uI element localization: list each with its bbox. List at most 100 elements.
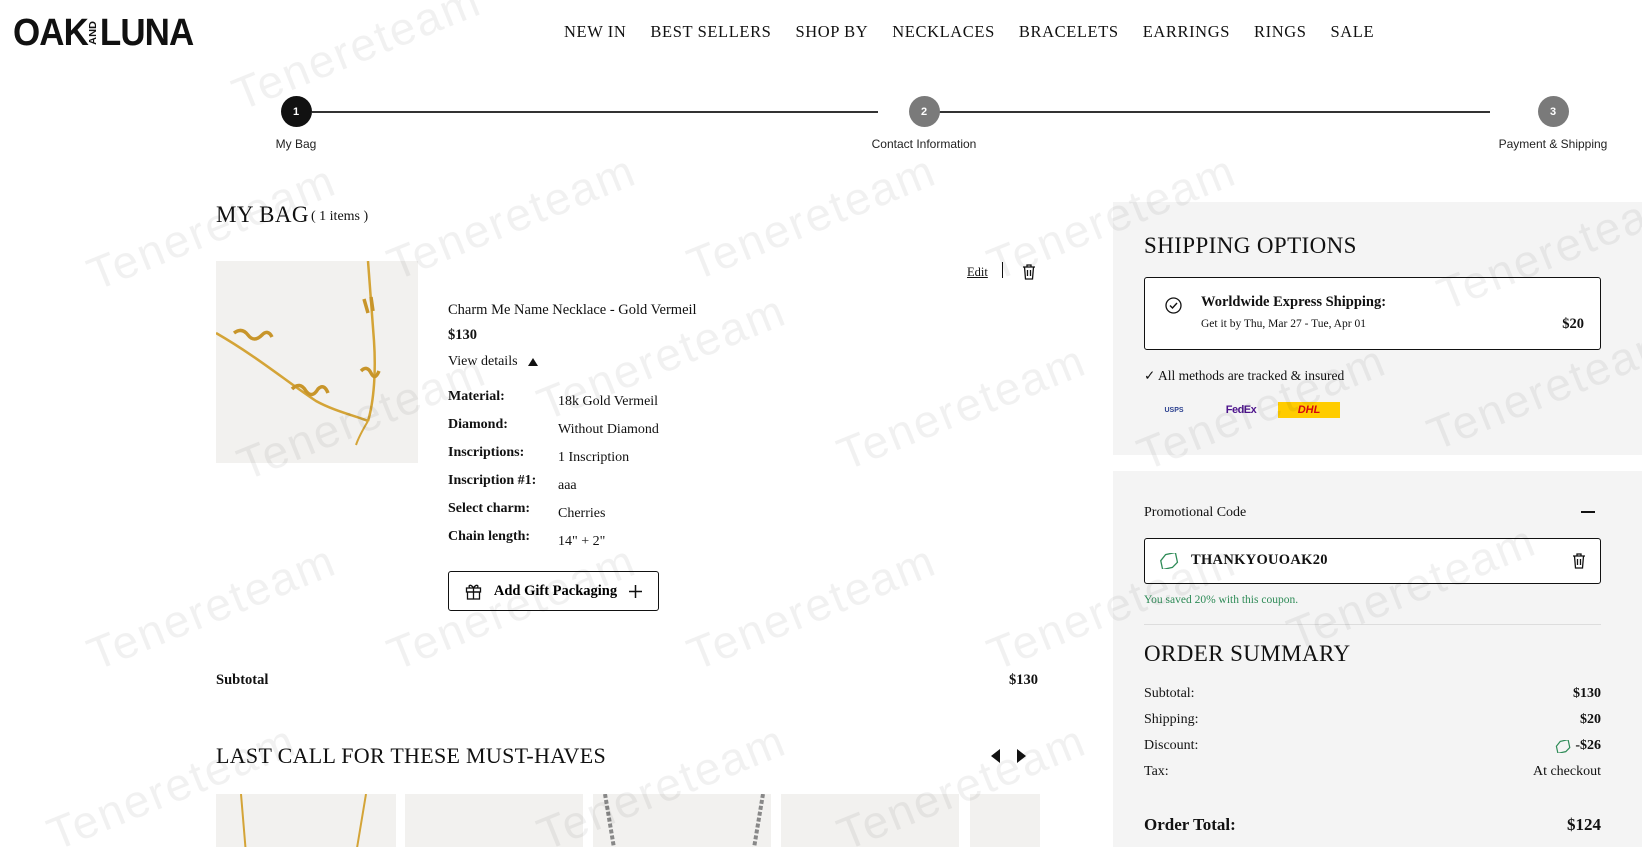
logo-text-mid: AND [87,21,99,45]
nav-item-shop-by[interactable]: SHOP BY [795,22,868,42]
summary-label-subtotal: Subtotal: [1144,686,1195,701]
detail-value-chain-length: 14" + 2" [558,534,606,549]
nav-item-earrings[interactable]: EARRINGS [1143,22,1230,42]
detail-label-diamond: Diamond: [448,417,508,432]
product-thumbnail[interactable] [593,794,771,847]
detail-value-charm: Cherries [558,506,606,521]
watermark: Tenereteam [379,143,644,291]
step-number: 2 [908,96,940,127]
carrier-name: DHL [1297,404,1321,416]
step-contact-information[interactable]: 2 Contact Information [849,96,999,151]
detail-label-inscriptions: Inscriptions: [448,445,525,460]
product-thumbnail[interactable] [970,794,1040,847]
usps-logo: USPS [1144,402,1204,418]
bag-title: MY BAG [216,202,309,227]
summary-label-shipping: Shipping: [1144,712,1199,727]
tracked-note: ✓ All methods are tracked & insured [1144,368,1345,383]
summary-value-tax: At checkout [1532,764,1601,779]
product-image[interactable] [216,261,418,463]
watermark: Tenereteam [829,333,1094,481]
step-my-bag[interactable]: 1 My Bag [221,96,371,151]
nav-item-rings[interactable]: RINGS [1254,22,1307,42]
remove-item-icon[interactable] [1022,264,1036,285]
detail-label-charm: Select charm: [448,501,531,516]
promo-saved-message: You saved 20% with this coupon. [1144,594,1299,606]
carrier-name: USPS [1164,406,1184,414]
nav-item-best-sellers[interactable]: BEST SELLERS [650,22,771,42]
order-total-value: $124 [1567,815,1601,834]
step-label: Contact Information [871,137,977,151]
logo-text-right: LUNA [99,12,194,54]
detail-value-inscriptions: 1 Inscription [558,450,630,465]
tag-icon [1159,551,1179,574]
fedex-logo: FedEx [1222,402,1260,418]
watermark: Tenereteam [679,533,944,681]
product-price: $130 [448,327,477,343]
product-name[interactable]: Charm Me Name Necklace - Gold Vermeil [448,302,697,319]
divider [1144,624,1601,625]
view-details-toggle[interactable]: View details [448,354,538,370]
detail-value-material: 18k Gold Vermeil [558,394,659,409]
step-label: My Bag [275,137,317,151]
watermark: Tenereteam [79,533,344,681]
carrier-name: FedEx [1225,404,1257,416]
product-thumbnail[interactable] [216,794,396,847]
bag-subtotal-value: $130 [1009,672,1038,688]
promo-code-field[interactable]: THANKYOUOAK20 [1144,538,1601,584]
summary-label-discount: Discount: [1144,738,1199,753]
brand-logo[interactable]: OAK AND LUNA [13,12,194,54]
shipping-option-name: Worldwide Express Shipping: [1201,294,1387,310]
detail-value-diamond: Without Diamond [558,422,659,437]
divider [1002,262,1003,278]
detail-label-inscription-1: Inscription #1: [448,473,537,488]
gift-icon [465,584,482,600]
summary-label-tax: Tax: [1144,764,1169,779]
detail-label-material: Material: [448,389,505,404]
check-circle-icon [1165,297,1182,319]
shipping-option-worldwide-express[interactable]: Worldwide Express Shipping: Get it by Th… [1144,277,1601,350]
stepper-line [924,111,1490,113]
main-nav: NEW IN BEST SELLERS SHOP BY NECKLACES BR… [564,22,1398,42]
gift-label: Add Gift Packaging [493,582,618,599]
step-number: 1 [280,96,312,127]
bag-count: ( 1 items ) [311,209,369,224]
summary-discount-row: -$26 [1555,738,1601,754]
carousel-next-icon[interactable] [1016,749,1026,768]
edit-item-link[interactable]: Edit [967,265,988,280]
nav-item-new-in[interactable]: NEW IN [564,22,626,42]
product-thumbnail[interactable] [781,794,959,847]
detail-value-inscription-1: aaa [558,478,577,493]
checkout-stepper: 1 My Bag 2 Contact Information 3 Payment… [276,96,1618,156]
shipping-option-price: $20 [1562,316,1584,332]
add-gift-packaging-button[interactable]: Add Gift Packaging [448,571,659,611]
order-summary-title: ORDER SUMMARY [1144,641,1351,666]
step-number: 3 [1537,96,1569,127]
promo-code-value: THANKYOUOAK20 [1191,552,1328,568]
carousel-prev-icon[interactable] [991,749,1001,768]
summary-value-shipping: $20 [1580,712,1601,727]
shipping-option-eta: Get it by Thu, Mar 27 - Tue, Apr 01 [1201,318,1366,330]
plus-icon [629,584,643,598]
view-details-label: View details [448,354,518,369]
necklace-illustration [216,261,381,446]
nav-item-necklaces[interactable]: NECKLACES [892,22,995,42]
dhl-logo: DHL [1278,402,1340,418]
bag-subtotal-label: Subtotal [216,672,269,688]
caret-up-icon [527,358,538,366]
summary-value-subtotal: $130 [1573,686,1601,701]
detail-label-chain-length: Chain length: [448,529,531,544]
shipping-options-title: SHIPPING OPTIONS [1144,233,1357,258]
watermark: Tenereteam [679,143,944,291]
tag-icon [1556,739,1571,753]
summary-value-discount: -$26 [1575,738,1601,753]
order-total-label: Order Total: [1144,815,1236,834]
logo-text-left: OAK [13,12,89,54]
nav-item-bracelets[interactable]: BRACELETS [1019,22,1119,42]
step-payment-shipping[interactable]: 3 Payment & Shipping [1478,96,1628,151]
product-thumbnail[interactable] [405,794,583,847]
stepper-line [312,111,878,113]
nav-item-sale[interactable]: SALE [1331,22,1375,42]
promo-code-label: Promotional Code [1144,505,1247,520]
collapse-promo-icon[interactable] [1581,511,1595,513]
remove-promo-icon[interactable] [1572,553,1586,574]
